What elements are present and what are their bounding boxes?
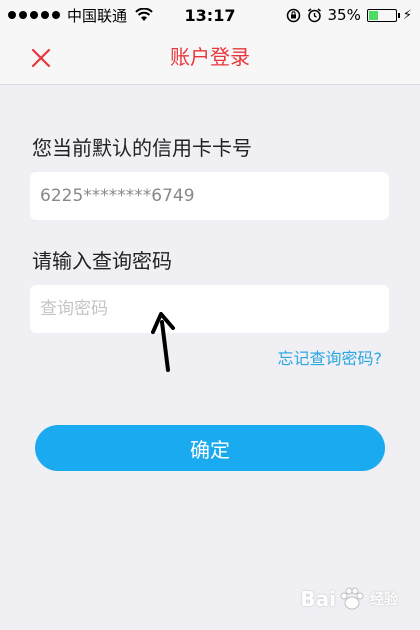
card-number-value: 6225********6749 <box>40 186 195 206</box>
battery-percent: 35% <box>327 6 361 24</box>
wifi-icon <box>135 8 153 21</box>
carrier-name: 中国联通 <box>67 6 128 25</box>
card-number-label: 您当前默认的信用卡卡号 <box>32 136 252 160</box>
password-input[interactable] <box>30 285 389 333</box>
watermark-brand: Bai <box>300 587 336 611</box>
confirm-button[interactable]: 确定 <box>35 425 385 471</box>
page-title: 账户登录 <box>170 45 250 69</box>
arrow-up-annotation-icon <box>151 312 175 372</box>
charging-icon: ⚡ <box>402 7 412 23</box>
baidu-watermark: Bai 经验 <box>300 586 398 612</box>
status-bar: 中国联通 13:17 35% ⚡ <box>0 0 420 30</box>
alarm-icon <box>307 7 321 22</box>
signal-strength-icon <box>8 11 60 19</box>
watermark-tail: 经验 <box>370 592 398 608</box>
close-icon[interactable] <box>25 42 57 74</box>
baidu-paw-icon <box>340 587 364 610</box>
password-label: 请输入查询密码 <box>32 249 172 273</box>
rotation-lock-icon <box>286 8 300 22</box>
battery-icon <box>366 8 400 22</box>
forgot-password-link[interactable]: 忘记查询密码? <box>278 345 383 369</box>
nav-bar: 账户登录 <box>0 30 420 85</box>
card-number-field: 6225********6749 <box>30 172 389 220</box>
